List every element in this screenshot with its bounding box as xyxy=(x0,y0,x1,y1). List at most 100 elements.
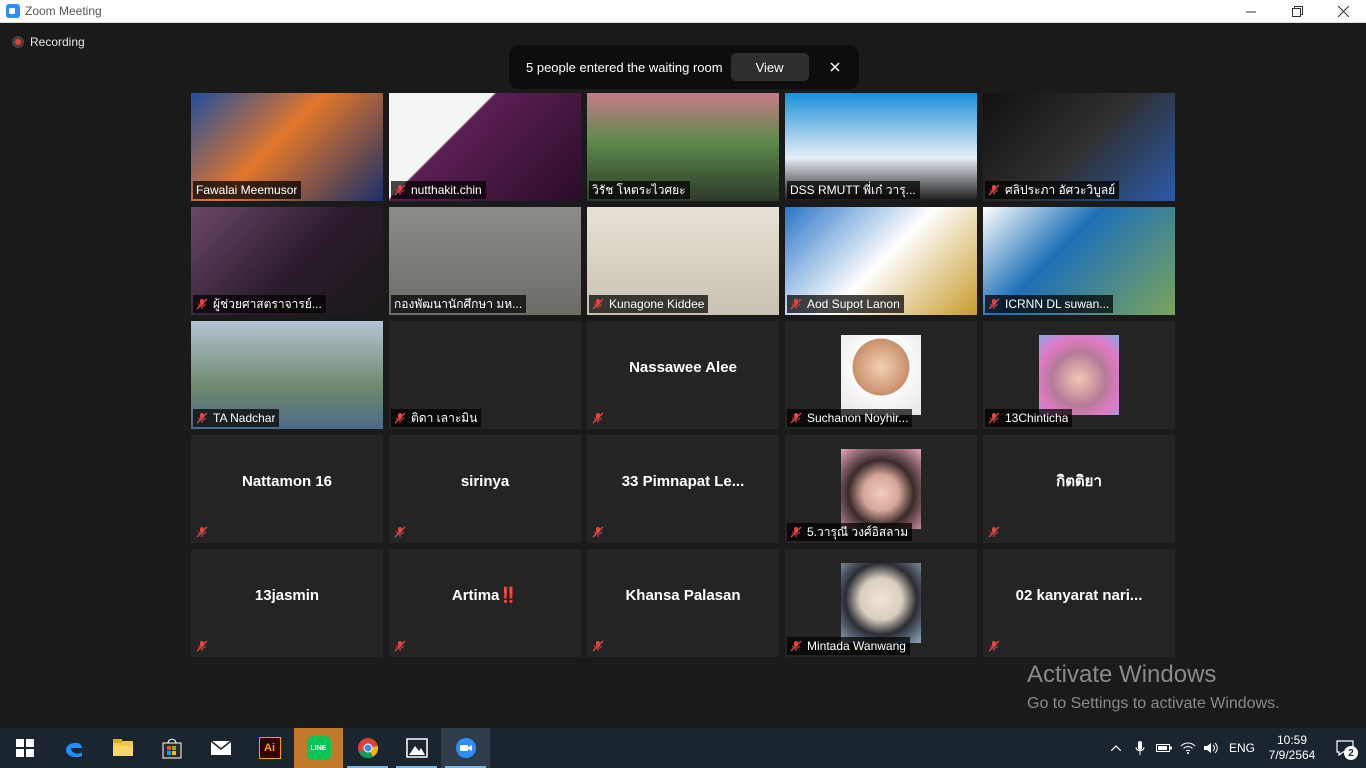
action-center-button[interactable]: 2 xyxy=(1324,728,1366,768)
participant-name: ศลิประภา อัศวะวิบูลย์ xyxy=(1005,182,1116,197)
start-button[interactable] xyxy=(0,728,49,768)
participant-tile[interactable]: 33 Pimnapat Le... xyxy=(587,435,779,543)
participant-display-name: 33 Pimnapat Le... xyxy=(621,472,745,490)
battery-tray[interactable] xyxy=(1152,728,1176,768)
view-waiting-room-button[interactable]: View xyxy=(730,53,809,81)
participant-tile[interactable]: Fawalai Meemusor xyxy=(191,93,383,201)
speaker-icon xyxy=(1204,742,1218,754)
muted-mic-icon xyxy=(790,298,802,310)
close-icon xyxy=(830,62,840,72)
minimize-button[interactable] xyxy=(1228,0,1274,23)
taskbar-illustrator[interactable]: Ai xyxy=(245,728,294,768)
participant-tile[interactable]: sirinya xyxy=(389,435,581,543)
clock-date: 7/9/2564 xyxy=(1268,748,1316,762)
zoom-icon xyxy=(455,738,476,758)
taskbar-line[interactable]: LINE xyxy=(294,728,343,768)
participant-nameplate: 5.วารุณี วงศ์อิสลาม xyxy=(787,523,913,541)
muted-mic-icon xyxy=(592,640,604,652)
volume-tray[interactable] xyxy=(1200,728,1224,768)
wifi-icon xyxy=(1180,742,1196,754)
participant-tile[interactable]: nutthakit.chin xyxy=(389,93,581,201)
chrome-icon xyxy=(357,738,378,759)
notification-count: 2 xyxy=(1344,746,1358,760)
taskbar-store[interactable] xyxy=(147,728,196,768)
participant-nameplate: DSS RMUTT พี่เก๋ วารุ... xyxy=(787,181,920,199)
restore-icon xyxy=(1291,6,1303,17)
wifi-tray[interactable] xyxy=(1176,728,1200,768)
participant-tile[interactable]: ศลิประภา อัศวะวิบูลย์ xyxy=(983,93,1175,201)
muted-mic-icon xyxy=(592,298,604,310)
close-window-button[interactable] xyxy=(1320,0,1366,23)
participant-tile[interactable]: ผู้ช่วยศาสตราจารย์... xyxy=(191,207,383,315)
participant-tile[interactable]: 02 kanyarat nari... xyxy=(983,549,1175,657)
participant-tile[interactable]: TA Nadchar xyxy=(191,321,383,429)
participant-tile[interactable]: กิตติยา xyxy=(983,435,1175,543)
participant-nameplate xyxy=(985,523,1009,541)
muted-mic-icon xyxy=(790,412,802,424)
participant-nameplate xyxy=(193,523,217,541)
participant-tile[interactable]: Mintada Wanwang xyxy=(785,549,977,657)
participant-display-name: 02 kanyarat nari... xyxy=(1015,586,1143,604)
window-controls xyxy=(1228,0,1366,23)
recording-indicator[interactable]: Recording xyxy=(12,35,85,49)
participant-tile[interactable]: Aod Supot Lanon xyxy=(785,207,977,315)
muted-mic-icon xyxy=(592,526,604,538)
participant-tile[interactable]: ICRNN DL suwan... xyxy=(983,207,1175,315)
participant-tile[interactable]: DSS RMUTT พี่เก๋ วารุ... xyxy=(785,93,977,201)
zoom-app-icon xyxy=(6,4,20,18)
participant-tile[interactable]: Nassawee Alee xyxy=(587,321,779,429)
muted-mic-icon xyxy=(988,640,1000,652)
participant-name: ICRNN DL suwan... xyxy=(1005,297,1110,311)
taskbar-file-explorer[interactable] xyxy=(98,728,147,768)
activate-windows-watermark: Activate Windows Go to Settings to activ… xyxy=(1027,661,1280,713)
muted-mic-icon xyxy=(790,640,802,652)
participant-profile-picture xyxy=(841,335,921,415)
participant-name: วิรัช โหตระไวศยะ xyxy=(592,182,686,197)
clock-time: 10:59 xyxy=(1276,733,1308,747)
participant-tile[interactable]: Artima‼️ xyxy=(389,549,581,657)
muted-mic-icon xyxy=(988,184,1000,196)
participant-tile[interactable]: ติดา เลาะมิน xyxy=(389,321,581,429)
taskbar-edge[interactable] xyxy=(49,728,98,768)
waiting-room-text: 5 people entered the waiting room xyxy=(526,59,723,75)
mail-icon xyxy=(210,740,231,755)
participant-tile[interactable]: Khansa Palasan xyxy=(587,549,779,657)
input-language[interactable]: ENG xyxy=(1224,741,1260,755)
participant-display-name: Nattamon 16 xyxy=(241,472,333,490)
participant-tile[interactable]: วิรัช โหตระไวศยะ xyxy=(587,93,779,201)
participant-tile[interactable]: 13jasmin xyxy=(191,549,383,657)
windows-start-icon xyxy=(15,739,34,757)
taskbar-mail[interactable] xyxy=(196,728,245,768)
participant-name: Mintada Wanwang xyxy=(807,639,906,653)
participant-tile[interactable]: 13Chinticha xyxy=(983,321,1175,429)
participant-nameplate: วิรัช โหตระไวศยะ xyxy=(589,181,690,199)
participant-tile[interactable]: Nattamon 16 xyxy=(191,435,383,543)
participant-tile[interactable]: Kunagone Kiddee xyxy=(587,207,779,315)
taskbar-chrome[interactable] xyxy=(343,728,392,768)
participant-tile[interactable]: 5.วารุณี วงศ์อิสลาม xyxy=(785,435,977,543)
restore-button[interactable] xyxy=(1274,0,1320,23)
muted-mic-icon xyxy=(394,412,406,424)
muted-mic-icon xyxy=(988,412,1000,424)
muted-mic-icon xyxy=(196,526,208,538)
muted-mic-icon xyxy=(394,640,406,652)
taskbar-photos[interactable] xyxy=(392,728,441,768)
taskbar-zoom[interactable] xyxy=(441,728,490,768)
dismiss-notification-button[interactable] xyxy=(827,59,843,75)
file-explorer-icon xyxy=(112,739,133,756)
participant-nameplate xyxy=(985,637,1009,655)
participant-nameplate xyxy=(391,637,415,655)
taskbar: Ai LINE ENG 10:59 7/9/2564 2 xyxy=(0,728,1366,768)
meeting-area: Recording 5 people entered the waiting r… xyxy=(0,23,1366,728)
muted-mic-icon xyxy=(790,526,802,538)
participant-name: Aod Supot Lanon xyxy=(807,297,900,311)
participant-nameplate xyxy=(391,523,415,541)
microphone-tray[interactable] xyxy=(1128,728,1152,768)
participant-name: กองพัฒนานักศึกษา มห... xyxy=(394,296,523,311)
muted-mic-icon xyxy=(394,184,406,196)
participant-tile[interactable]: Suchanon Noyhir... xyxy=(785,321,977,429)
participant-tile[interactable]: กองพัฒนานักศึกษา มห... xyxy=(389,207,581,315)
show-hidden-icons-button[interactable] xyxy=(1104,728,1128,768)
muted-mic-icon xyxy=(592,412,604,424)
clock[interactable]: 10:59 7/9/2564 xyxy=(1260,733,1324,763)
